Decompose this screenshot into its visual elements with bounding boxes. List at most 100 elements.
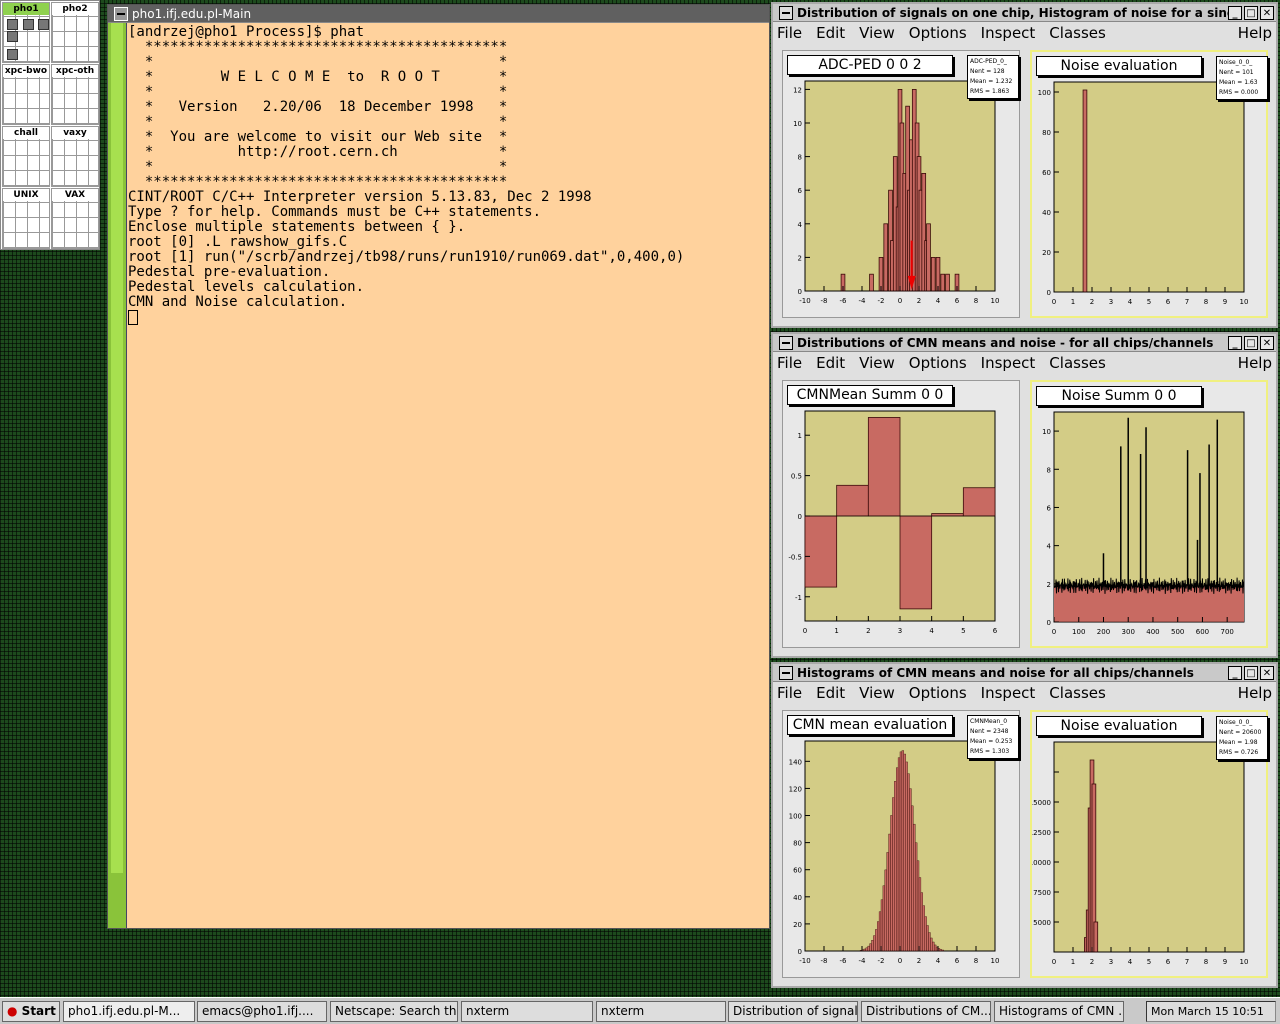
- histogram-bar: [918, 877, 922, 952]
- menu-classes[interactable]: Classes: [1049, 682, 1106, 704]
- menu-inspect[interactable]: Inspect: [981, 352, 1036, 374]
- minimize-icon[interactable]: _: [1228, 665, 1242, 680]
- task-label: nxterm: [466, 1004, 510, 1018]
- mini-window[interactable]: [7, 31, 18, 42]
- menu-edit[interactable]: Edit: [816, 22, 845, 44]
- desktop-vaxy[interactable]: vaxy: [51, 126, 99, 187]
- close-icon[interactable]: ✕: [1260, 5, 1274, 20]
- menu-inspect[interactable]: Inspect: [981, 682, 1036, 704]
- x-tick-label: 700: [1220, 628, 1233, 636]
- canvas-titlebar[interactable]: Distribution of signals on one chip, His…: [773, 4, 1276, 22]
- x-tick-label: 1: [1071, 298, 1075, 306]
- desktop-chall[interactable]: chall: [2, 126, 50, 187]
- menu-options[interactable]: Options: [909, 352, 967, 374]
- terminal-output[interactable]: [andrzej@pho1 Process]$ phat ***********…: [128, 25, 765, 928]
- x-tick-label: 0: [1052, 628, 1056, 636]
- menu-inspect[interactable]: Inspect: [981, 22, 1036, 44]
- terminal-line: root [1] run("/scrb/andrzej/tb98/runs/ru…: [128, 249, 685, 265]
- menu-view[interactable]: View: [859, 352, 895, 374]
- taskbar-item[interactable]: emacs@pho1.ifj....: [197, 1001, 327, 1022]
- x-tick-label: 7: [1185, 958, 1189, 966]
- mini-window[interactable]: [38, 19, 49, 30]
- menu-options[interactable]: Options: [909, 682, 967, 704]
- menu-view[interactable]: View: [859, 22, 895, 44]
- taskbar-item[interactable]: nxterm: [596, 1001, 726, 1022]
- menu-classes[interactable]: Classes: [1049, 352, 1106, 374]
- x-tick-label: 10: [991, 957, 1000, 965]
- menu-view[interactable]: View: [859, 682, 895, 704]
- taskbar-item[interactable]: nxterm: [461, 1001, 593, 1022]
- histogram-bar: [894, 781, 897, 952]
- taskbar-item[interactable]: Netscape: Search th...: [330, 1001, 458, 1022]
- desktop-pho2[interactable]: pho2: [51, 2, 99, 63]
- minimize-icon[interactable]: _: [1228, 335, 1242, 350]
- menu-file[interactable]: File: [777, 682, 802, 704]
- menu-edit[interactable]: Edit: [816, 352, 845, 374]
- canvas-menubar: File Edit View Options Inspect Classes Help: [773, 682, 1276, 704]
- taskbar-item[interactable]: Distribution of signal...: [728, 1001, 858, 1022]
- menu-options[interactable]: Options: [909, 22, 967, 44]
- menu-file[interactable]: File: [777, 22, 802, 44]
- histogram-bar: [863, 948, 867, 952]
- window-menu-icon[interactable]: [779, 5, 793, 20]
- canvas-titlebar[interactable]: Distributions of CMN means and noise - f…: [773, 334, 1276, 352]
- x-tick-label: 9: [1223, 298, 1227, 306]
- menu-classes[interactable]: Classes: [1049, 22, 1106, 44]
- desktop-vax[interactable]: VAX: [51, 188, 99, 249]
- canvas-title: Distribution of signals on one chip, His…: [797, 5, 1228, 20]
- histogram-bar: [892, 797, 895, 952]
- maximize-icon[interactable]: □: [1244, 335, 1258, 350]
- taskbar-item[interactable]: Histograms of CMN ...: [994, 1001, 1124, 1022]
- menu-help[interactable]: Help: [1238, 22, 1272, 44]
- window-menu-icon[interactable]: [779, 665, 793, 680]
- maximize-icon[interactable]: □: [1244, 665, 1258, 680]
- window-menu-icon[interactable]: [779, 335, 793, 350]
- histogram-bar: [909, 788, 912, 952]
- y-tick-label: 7500: [1033, 889, 1051, 897]
- desktop-pho1[interactable]: pho1: [2, 2, 50, 63]
- taskbar-item[interactable]: Distributions of CM...: [861, 1001, 991, 1022]
- histogram-pad[interactable]: 0 100 200 300 400 500 600 700 0 2 4 6 8 10 Noise Summ …: [1030, 380, 1268, 648]
- terminal-scrollbar[interactable]: [108, 23, 127, 928]
- mini-window[interactable]: [23, 19, 34, 30]
- desktop-pager[interactable]: pho1 pho2 xpc-bwo xpc-oth chall vaxy UNIX VAX: [0, 0, 100, 250]
- histogram-pad[interactable]: -10 -8 -6 -4 -2 0 2 4 6 8 10 0 20 40 60 80 100 120 140 CMN …: [782, 710, 1020, 978]
- menu-file[interactable]: File: [777, 352, 802, 374]
- canvas-titlebar[interactable]: Histograms of CMN means and noise for al…: [773, 664, 1276, 682]
- maximize-icon[interactable]: □: [1244, 5, 1258, 20]
- window-menu-icon[interactable]: [114, 6, 128, 21]
- x-tick-label: 1: [834, 627, 838, 635]
- close-icon[interactable]: ✕: [1260, 335, 1274, 350]
- close-icon[interactable]: ✕: [1260, 665, 1274, 680]
- terminal-title: pho1.ifj.edu.pl-Main: [132, 6, 252, 21]
- terminal-titlebar[interactable]: pho1.ifj.edu.pl-Main: [108, 5, 769, 23]
- menu-help[interactable]: Help: [1238, 682, 1272, 704]
- desktop-unix[interactable]: UNIX: [2, 188, 50, 249]
- desktop-xpc-oth[interactable]: xpc-oth: [51, 64, 99, 125]
- scrollbar-thumb[interactable]: [111, 23, 123, 873]
- stats-line: Mean = 1.63: [1219, 79, 1258, 86]
- root-canvas-window[interactable]: Distribution of signals on one chip, His…: [771, 2, 1278, 328]
- minimize-icon[interactable]: _: [1228, 5, 1242, 20]
- root-canvas-window[interactable]: Histograms of CMN means and noise for al…: [771, 662, 1278, 988]
- x-tick-label: 0: [898, 297, 902, 305]
- x-tick-label: 0: [803, 627, 807, 635]
- terminal-window[interactable]: pho1.ifj.edu.pl-Main [andrzej@pho1 Proce…: [107, 4, 770, 929]
- histogram-pad[interactable]: -10 -8 -6 -4 -2 0 2 4 6 8 10 0 2 4 6 8 10 12 ADC-PED 0 0 2…: [782, 50, 1020, 318]
- histogram-bar: [945, 273, 950, 292]
- start-button[interactable]: ● Start: [2, 1001, 60, 1022]
- terminal-line: * *: [128, 54, 508, 70]
- menu-edit[interactable]: Edit: [816, 682, 845, 704]
- histogram-pad[interactable]: 0 1 2 3 4 5 6 -1 -0.5 0 0.5 1 CMNMean Summ 0 0: [782, 380, 1020, 648]
- mini-window[interactable]: [7, 49, 18, 60]
- taskbar-item[interactable]: pho1.ifj.edu.pl-M...: [63, 1001, 195, 1022]
- x-tick-label: -10: [799, 957, 810, 965]
- histogram-pad[interactable]: 0 1 2 3 4 5 6 7 8 9 10 0 20 40 60 80 100 Noise evaluation…: [1030, 50, 1268, 318]
- histogram-pad[interactable]: 0 1 2 3 4 5 6 7 8 9 10 5000 7500 10000 12500 15000 Noise…: [1030, 710, 1268, 978]
- desktop-xpc-bwo[interactable]: xpc-bwo: [2, 64, 50, 125]
- mini-window[interactable]: [7, 19, 18, 30]
- menu-help[interactable]: Help: [1238, 352, 1272, 374]
- root-canvas-window[interactable]: Distributions of CMN means and noise - f…: [771, 332, 1278, 658]
- histogram-bar: [876, 921, 880, 952]
- y-tick-label: 80: [793, 840, 802, 848]
